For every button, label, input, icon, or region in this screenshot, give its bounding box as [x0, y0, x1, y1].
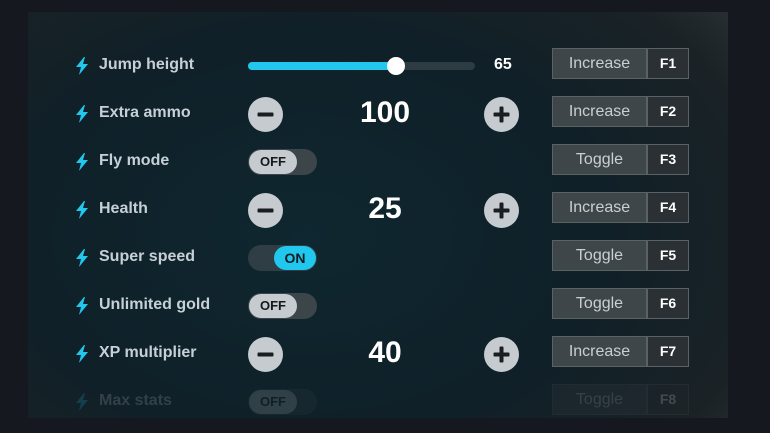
- toggle-state: ON: [274, 246, 316, 270]
- option-row-jump-height: Jump height 65 Increase F1: [28, 42, 728, 90]
- slider-value: 65: [494, 56, 512, 73]
- option-row-unlimited-gold: Unlimited gold OFF Toggle F6: [28, 282, 728, 330]
- toggle-button[interactable]: Toggle: [552, 144, 647, 175]
- plus-icon: [493, 106, 510, 123]
- option-row-health: Health 25 Increase F4: [28, 186, 728, 234]
- option-row-extra-ammo: Extra ammo 100 Increase F2: [28, 90, 728, 138]
- toggle-button[interactable]: Toggle: [552, 288, 647, 319]
- option-label: Jump height: [99, 56, 195, 73]
- lightning-bolt-icon: [76, 249, 88, 267]
- stepper-value: 100: [359, 96, 411, 129]
- slider-thumb[interactable]: [386, 57, 405, 75]
- plus-icon: [493, 346, 510, 363]
- increase-button[interactable]: Increase: [552, 48, 647, 79]
- minus-icon: [257, 208, 274, 213]
- max-stats-toggle[interactable]: OFF: [248, 389, 317, 415]
- hotkey-badge: F4: [647, 192, 689, 223]
- lightning-bolt-icon: [76, 297, 88, 315]
- unlimited-gold-toggle[interactable]: OFF: [248, 293, 317, 319]
- cheat-panel: Jump height 65 Increase F1 Extra ammo 10…: [28, 12, 728, 418]
- lightning-bolt-icon: [76, 393, 88, 411]
- lightning-bolt-icon: [76, 201, 88, 219]
- option-label: Unlimited gold: [99, 296, 211, 313]
- hotkey-badge: F8: [647, 384, 689, 415]
- increase-button[interactable]: Increase: [552, 336, 647, 367]
- toggle-button[interactable]: Toggle: [552, 384, 647, 415]
- increment-button[interactable]: [484, 193, 519, 228]
- lightning-bolt-icon: [76, 153, 88, 171]
- jump-height-slider[interactable]: [248, 57, 475, 75]
- increment-button[interactable]: [484, 97, 519, 132]
- option-label: Health: [99, 200, 148, 217]
- lightning-bolt-icon: [76, 105, 88, 123]
- lightning-bolt-icon: [76, 57, 88, 75]
- decrease-button[interactable]: [248, 97, 283, 132]
- toggle-state: OFF: [249, 390, 297, 414]
- increment-button[interactable]: [484, 337, 519, 372]
- hotkey-badge: F7: [647, 336, 689, 367]
- option-row-super-speed: Super speed ON Toggle F5: [28, 234, 728, 282]
- super-speed-toggle[interactable]: ON: [248, 245, 317, 271]
- option-row-xp-multiplier: XP multiplier 40 Increase F7: [28, 330, 728, 378]
- option-label: Extra ammo: [99, 104, 191, 121]
- hotkey-badge: F3: [647, 144, 689, 175]
- toggle-state: OFF: [249, 294, 297, 318]
- stepper-value: 40: [368, 336, 402, 369]
- minus-icon: [257, 112, 274, 117]
- toggle-state: OFF: [249, 150, 297, 174]
- lightning-bolt-icon: [76, 345, 88, 363]
- option-label: Super speed: [99, 248, 196, 265]
- minus-icon: [257, 352, 274, 357]
- stepper-value: 25: [368, 192, 402, 225]
- slider-fill: [248, 62, 396, 70]
- fly-mode-toggle[interactable]: OFF: [248, 149, 317, 175]
- option-row-max-stats: Max stats OFF Toggle F8: [28, 378, 728, 418]
- hotkey-badge: F2: [647, 96, 689, 127]
- hotkey-badge: F6: [647, 288, 689, 319]
- option-label: Fly mode: [99, 152, 170, 169]
- hotkey-badge: F1: [647, 48, 689, 79]
- plus-icon: [493, 202, 510, 219]
- option-row-fly-mode: Fly mode OFF Toggle F3: [28, 138, 728, 186]
- decrease-button[interactable]: [248, 193, 283, 228]
- increase-button[interactable]: Increase: [552, 96, 647, 127]
- option-label: XP multiplier: [99, 344, 197, 361]
- increase-button[interactable]: Increase: [552, 192, 647, 223]
- option-label: Max stats: [99, 392, 172, 409]
- toggle-button[interactable]: Toggle: [552, 240, 647, 271]
- hotkey-badge: F5: [647, 240, 689, 271]
- decrease-button[interactable]: [248, 337, 283, 372]
